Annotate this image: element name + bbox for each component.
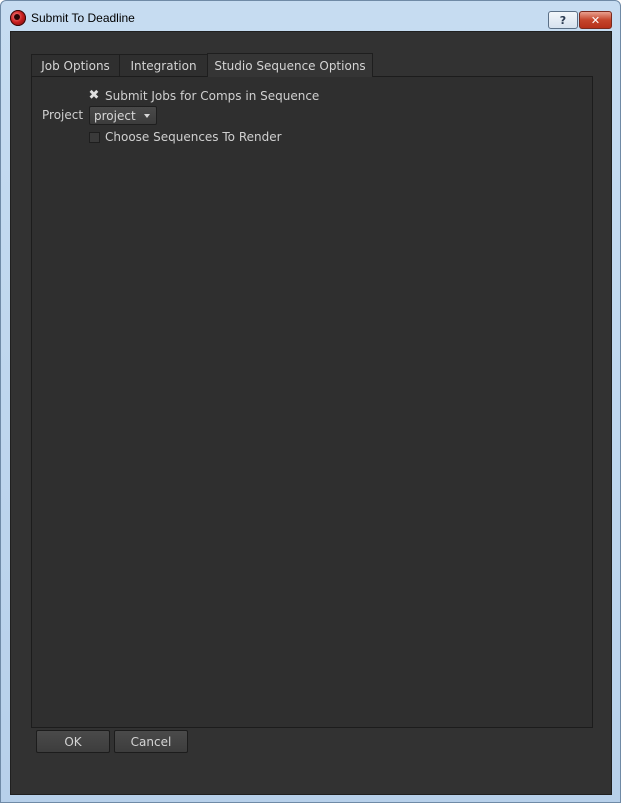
choose-sequences-label: Choose Sequences To Render (105, 130, 282, 144)
tab-studio-sequence-options[interactable]: Studio Sequence Options (207, 53, 373, 77)
choose-sequences-checkbox[interactable]: Choose Sequences To Render (88, 130, 288, 146)
dialog-window: Submit To Deadline ? ✕ Job Options Integ… (0, 0, 621, 803)
checkmark-icon: ✖ (88, 88, 100, 103)
ok-button[interactable]: OK (36, 730, 110, 753)
dialog-body: Job Options Integration Studio Sequence … (10, 31, 612, 795)
submit-jobs-checkbox[interactable]: ✖ Submit Jobs for Comps in Sequence (88, 88, 320, 105)
project-dropdown-value: project (94, 109, 136, 123)
submit-jobs-label: Submit Jobs for Comps in Sequence (105, 89, 320, 103)
help-button[interactable]: ? (548, 11, 578, 29)
tab-panel-studio-sequence-options: ✖ Submit Jobs for Comps in Sequence Proj… (31, 76, 593, 728)
checkbox-box (89, 132, 100, 143)
chevron-down-icon (144, 114, 150, 118)
cancel-button[interactable]: Cancel (114, 730, 188, 753)
tab-integration[interactable]: Integration (119, 54, 208, 76)
deadline-app-icon (10, 10, 26, 26)
close-button[interactable]: ✕ (579, 11, 612, 29)
tab-job-options[interactable]: Job Options (31, 54, 120, 76)
title-bar[interactable]: Submit To Deadline ? ✕ (1, 1, 620, 31)
project-label: Project (42, 108, 84, 122)
window-title: Submit To Deadline (31, 11, 135, 25)
project-dropdown[interactable]: project (89, 106, 157, 125)
